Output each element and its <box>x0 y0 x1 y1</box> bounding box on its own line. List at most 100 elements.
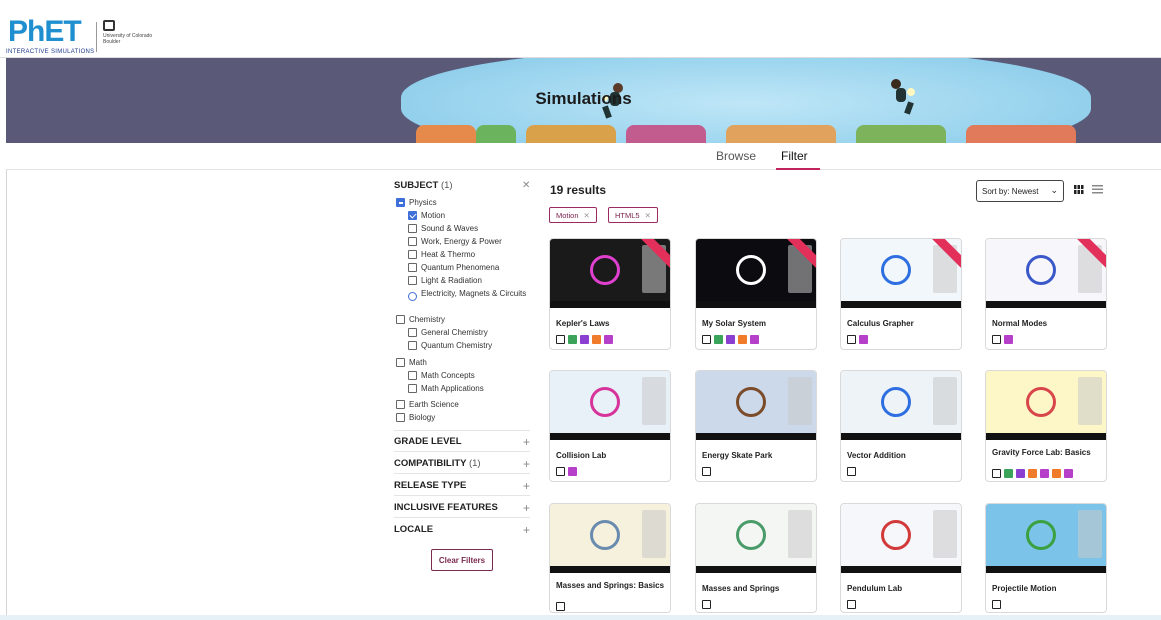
checkbox-icon <box>396 400 405 409</box>
filter-light-radiation[interactable]: Light & Radiation <box>408 276 482 285</box>
active-filter-chip-motion[interactable]: Motion ✕ <box>549 207 597 223</box>
checkbox-icon <box>408 384 417 393</box>
subject-heading: SUBJECT (1) <box>394 180 453 191</box>
results-count: 19 results <box>550 183 607 197</box>
purple-feature-icon <box>1016 469 1025 478</box>
html-feature-icon <box>992 335 1001 344</box>
tab-browse[interactable]: Browse <box>716 149 756 163</box>
filter-motion[interactable]: Motion <box>408 211 445 220</box>
filter-biology[interactable]: Biology <box>396 413 435 422</box>
remove-chip-close-icon[interactable]: ✕ <box>584 211 590 220</box>
simulation-title[interactable]: Gravity Force Lab: Basics <box>992 448 1104 458</box>
phet-logo[interactable]: PhET INTERACTIVE SIMULATIONS <box>6 15 96 59</box>
simulation-card[interactable]: Kepler's Laws <box>549 238 671 350</box>
html-feature-icon <box>702 600 711 609</box>
simulation-thumbnail[interactable] <box>696 239 816 308</box>
section-divider <box>394 430 530 431</box>
expand-plus-icon: + <box>522 501 530 515</box>
section-grade-level[interactable]: GRADE LEVEL + <box>394 435 530 449</box>
section-locale[interactable]: LOCALE + <box>394 523 530 537</box>
checkbox-icon <box>408 237 417 246</box>
thumbnail-navbar <box>986 301 1106 308</box>
sort-select[interactable]: Sort by: Newest ⌄ <box>976 180 1064 202</box>
simulation-thumbnail[interactable] <box>696 371 816 440</box>
simulation-badges <box>702 600 714 609</box>
filter-work-energy-power[interactable]: Work, Energy & Power <box>408 237 502 246</box>
simulation-title[interactable]: My Solar System <box>702 319 814 329</box>
simulation-title[interactable]: Masses and Springs: Basics <box>556 581 668 591</box>
filter-chemistry[interactable]: Chemistry <box>396 315 445 324</box>
list-view-icon[interactable] <box>1092 185 1103 194</box>
tab-filter[interactable]: Filter <box>781 149 808 163</box>
section-compatibility[interactable]: COMPATIBILITY (1) + <box>394 457 530 471</box>
simulation-thumbnail[interactable] <box>696 504 816 573</box>
simulation-badges <box>702 467 714 476</box>
simulation-thumbnail[interactable] <box>986 239 1106 308</box>
violet-feature-icon <box>1004 335 1013 344</box>
filter-general-chemistry[interactable]: General Chemistry <box>408 328 488 337</box>
active-filter-chip-html5[interactable]: HTML5 ✕ <box>608 207 658 223</box>
simulation-title[interactable]: Pendulum Lab <box>847 584 959 594</box>
thumbnail-control-panel <box>642 377 666 425</box>
expand-plus-icon: + <box>522 523 530 537</box>
simulation-badges <box>556 335 616 344</box>
remove-chip-close-icon[interactable]: ✕ <box>645 211 651 220</box>
checkbox-icon <box>408 341 417 350</box>
simulation-card[interactable]: Pendulum Lab <box>840 503 962 613</box>
simulation-title[interactable]: Calculus Grapher <box>847 319 959 329</box>
simulation-title[interactable]: Normal Modes <box>992 319 1104 329</box>
expand-plus-icon: + <box>522 479 530 493</box>
filter-heat-thermo[interactable]: Heat & Thermo <box>408 250 475 259</box>
html-feature-icon <box>556 467 565 476</box>
green-feature-icon <box>714 335 723 344</box>
simulation-title[interactable]: Kepler's Laws <box>556 319 668 329</box>
simulation-card[interactable]: Calculus Grapher <box>840 238 962 350</box>
simulation-title[interactable]: Collision Lab <box>556 451 668 461</box>
simulation-card[interactable]: My Solar System <box>695 238 817 350</box>
simulation-card[interactable]: Projectile Motion <box>985 503 1107 613</box>
thumbnail-graphic <box>881 387 911 417</box>
filter-electricity-magnets-circuits[interactable]: Electricity, Magnets & Circuits <box>408 289 528 301</box>
simulation-card[interactable]: Energy Skate Park <box>695 370 817 482</box>
simulation-thumbnail[interactable] <box>841 504 961 573</box>
filter-math[interactable]: Math <box>396 358 427 367</box>
simulation-thumbnail[interactable] <box>550 239 670 308</box>
section-release-type[interactable]: RELEASE TYPE + <box>394 479 530 493</box>
section-inclusive-features[interactable]: INCLUSIVE FEATURES + <box>394 501 530 515</box>
simulation-card[interactable]: Masses and Springs <box>695 503 817 613</box>
clear-filters-button[interactable]: Clear Filters <box>431 549 493 571</box>
thumbnail-graphic <box>736 520 766 550</box>
thumbnail-control-panel <box>1078 510 1102 558</box>
simulation-thumbnail[interactable] <box>550 371 670 440</box>
thumbnail-navbar <box>986 433 1106 440</box>
html-feature-icon <box>847 467 856 476</box>
filter-quantum-phenomena[interactable]: Quantum Phenomena <box>408 263 499 272</box>
simulation-card[interactable]: Normal Modes <box>985 238 1107 350</box>
simulation-thumbnail[interactable] <box>841 371 961 440</box>
filter-physics[interactable]: Physics <box>396 198 437 207</box>
simulation-card[interactable]: Vector Addition <box>840 370 962 482</box>
simulation-title[interactable]: Energy Skate Park <box>702 451 814 461</box>
checkbox-icon <box>396 315 405 324</box>
filter-quantum-chemistry[interactable]: Quantum Chemistry <box>408 341 492 350</box>
simulation-title[interactable]: Masses and Springs <box>702 584 814 594</box>
simulation-thumbnail[interactable] <box>986 504 1106 573</box>
university-logo[interactable]: University of Colorado Boulder <box>103 20 153 56</box>
filter-math-applications[interactable]: Math Applications <box>408 384 484 393</box>
filter-earth-science[interactable]: Earth Science <box>396 400 459 409</box>
thumbnail-graphic <box>736 387 766 417</box>
grid-view-icon[interactable] <box>1074 185 1084 194</box>
filter-math-concepts[interactable]: Math Concepts <box>408 371 475 380</box>
simulation-thumbnail[interactable] <box>841 239 961 308</box>
simulation-card[interactable]: Masses and Springs: Basics <box>549 503 671 613</box>
checkbox-icon <box>396 358 405 367</box>
simulation-title[interactable]: Vector Addition <box>847 451 959 461</box>
clear-subject-close-icon[interactable]: ✕ <box>522 180 530 191</box>
filter-sound-waves[interactable]: Sound & Waves <box>408 224 478 233</box>
simulation-card[interactable]: Gravity Force Lab: Basics <box>985 370 1107 482</box>
simulation-card[interactable]: Collision Lab <box>549 370 671 482</box>
simulation-thumbnail[interactable] <box>986 371 1106 440</box>
simulation-title[interactable]: Projectile Motion <box>992 584 1104 594</box>
checkbox-icon <box>408 250 417 259</box>
simulation-thumbnail[interactable] <box>550 504 670 573</box>
